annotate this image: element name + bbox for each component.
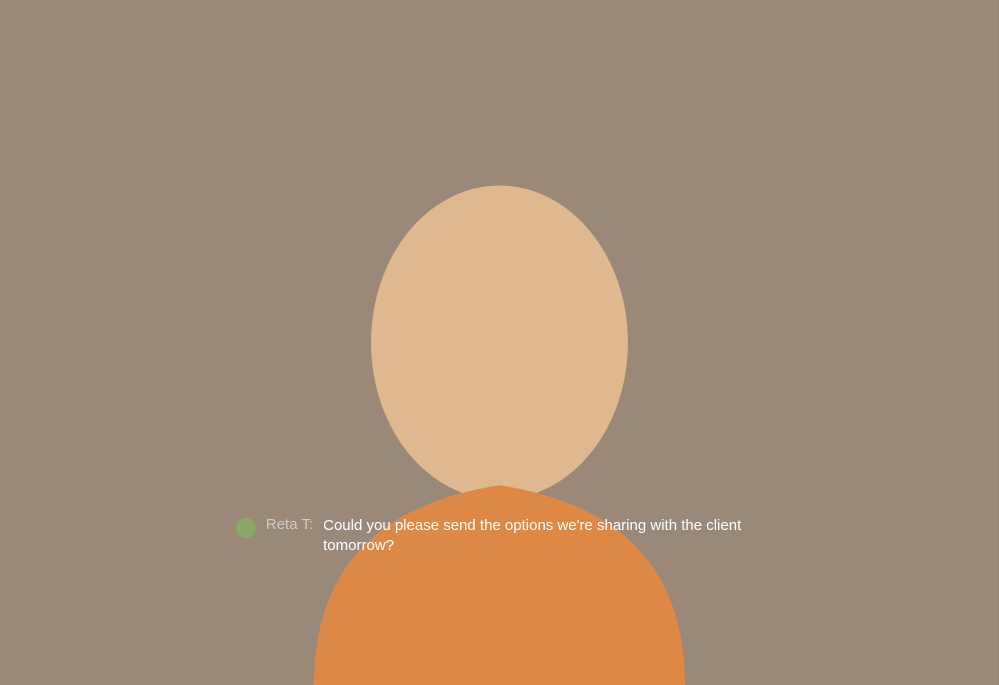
live-captions: Reta T: Could you please send the option… <box>0 516 999 557</box>
participant-gallery: Irena Jaworska ✋ Nathan Rigby🎤 Ray Tanak… <box>661 64 999 504</box>
caption-speaker-name: Reta T: <box>266 516 313 533</box>
caption-speaker-avatar <box>236 518 256 538</box>
participant-tile[interactable] <box>925 424 995 472</box>
caption-text: Could you please send the options we're … <box>323 516 763 557</box>
